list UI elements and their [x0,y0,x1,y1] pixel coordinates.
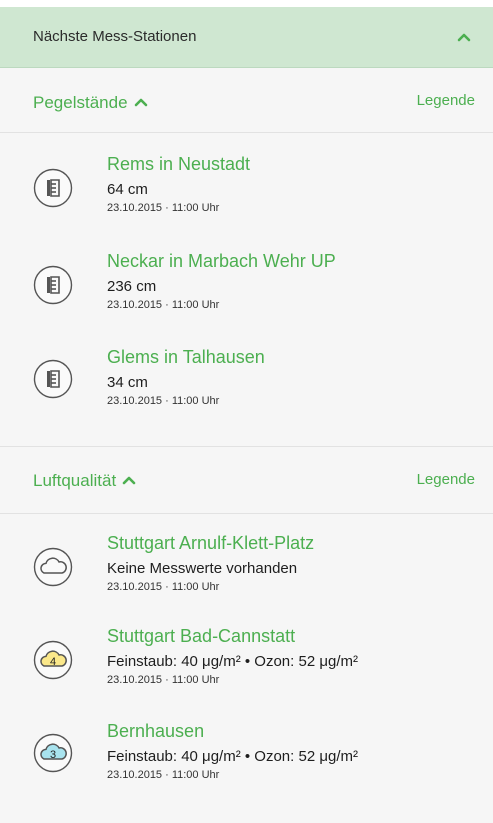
station-list-item[interactable]: Neckar in Marbach Wehr UP 236 cm 23.10.2… [0,251,493,341]
station-list-item[interactable]: Rems in Neustadt 64 cm 23.10.2015 · 11:0… [0,154,493,244]
chevron-up-icon [134,98,147,107]
cloud-icon [33,547,73,587]
station-timestamp: 23.10.2015 · 11:00 Uhr [107,674,220,686]
air-quality-cloud-icon: 3 [33,733,73,773]
top-strip [0,0,493,7]
station-timestamp: 23.10.2015 · 11:00 Uhr [107,202,220,214]
station-value: Keine Messwerte vorhanden [107,560,298,577]
pegel-section-header: Pegelstände Legende [0,68,493,128]
pegel-section-toggle[interactable]: Pegelstände [33,93,148,113]
pegel-section-title: Pegelstände [33,93,128,112]
station-value: 34 cm [107,374,148,391]
air-quality-badge: 3 [50,749,56,761]
station-name[interactable]: Rems in Neustadt [107,154,250,175]
luft-legend-link[interactable]: Legende [417,471,475,488]
water-gauge-icon [33,265,73,305]
water-gauge-icon [33,359,73,399]
station-value: 64 cm [107,181,148,198]
luft-section-toggle[interactable]: Luftqualität [33,471,136,491]
station-list-item[interactable]: 3 Bernhausen Feinstaub: 40 μg/m² • Ozon:… [0,721,493,811]
station-list-item[interactable]: Stuttgart Arnulf-Klett-Platz Keine Messw… [0,533,493,623]
station-name[interactable]: Stuttgart Arnulf-Klett-Platz [107,533,314,554]
panel-title: Nächste Mess-Stationen [33,28,197,45]
divider [0,513,493,514]
station-value: Feinstaub: 40 μg/m² • Ozon: 52 μg/m² [107,653,358,670]
station-value: Feinstaub: 40 μg/m² • Ozon: 52 μg/m² [107,748,358,765]
station-value: 236 cm [107,278,157,295]
stations-panel: Nächste Mess-Stationen Pegelstände Legen… [0,0,493,823]
station-name[interactable]: Neckar in Marbach Wehr UP [107,251,336,272]
station-name[interactable]: Stuttgart Bad-Cannstatt [107,626,295,647]
water-gauge-icon [33,168,73,208]
chevron-up-icon [122,476,136,485]
chevron-up-icon[interactable] [457,32,471,42]
air-quality-cloud-icon: 4 [33,640,73,680]
station-list-item[interactable]: Glems in Talhausen 34 cm 23.10.2015 · 11… [0,347,493,437]
station-name[interactable]: Glems in Talhausen [107,347,265,368]
divider [0,132,493,133]
luft-section-header: Luftqualität Legende [0,447,493,507]
panel-header[interactable]: Nächste Mess-Stationen [0,7,493,68]
air-quality-badge: 4 [50,656,56,668]
station-timestamp: 23.10.2015 · 11:00 Uhr [107,395,220,407]
pegel-legend-link[interactable]: Legende [417,92,475,109]
station-timestamp: 23.10.2015 · 11:00 Uhr [107,769,220,781]
luft-section-title: Luftqualität [33,471,117,490]
station-name[interactable]: Bernhausen [107,721,204,742]
station-timestamp: 23.10.2015 · 11:00 Uhr [107,299,220,311]
station-list-item[interactable]: 4 Stuttgart Bad-Cannstatt Feinstaub: 40 … [0,626,493,716]
station-timestamp: 23.10.2015 · 11:00 Uhr [107,581,220,593]
